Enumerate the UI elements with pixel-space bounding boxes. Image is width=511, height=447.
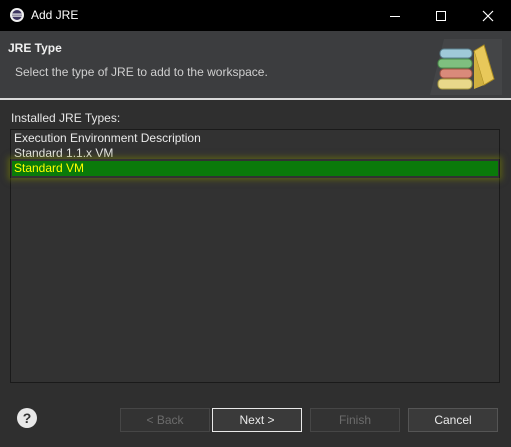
maximize-button[interactable] [418,0,464,31]
finish-button[interactable]: Finish [310,408,400,432]
title-bar: Add JRE [0,0,511,31]
back-button[interactable]: < Back [120,408,210,432]
minimize-icon [390,15,400,17]
wizard-header: JRE Type Select the type of JRE to add t… [0,31,511,98]
eclipse-icon [10,8,24,22]
next-button[interactable]: Next > [211,407,303,433]
help-icon: ? [22,410,32,426]
page-description: Select the type of JRE to add to the wor… [15,65,268,79]
minimize-button[interactable] [372,0,418,31]
close-icon [482,10,494,21]
cancel-button[interactable]: Cancel [408,408,498,432]
help-button[interactable]: ? [17,408,37,428]
installed-jre-types-label: Installed JRE Types: [11,111,121,125]
list-item-selected[interactable]: Standard VM [12,161,498,176]
maximize-icon [436,10,446,21]
window-title: Add JRE [31,8,79,22]
page-title: JRE Type [8,41,62,55]
jre-types-list[interactable]: Execution Environment Description Standa… [10,129,500,383]
library-books-icon [430,39,502,95]
wizard-body: Installed JRE Types: Execution Environme… [0,100,511,447]
list-item[interactable]: Execution Environment Description [12,131,498,146]
close-button[interactable] [465,0,511,31]
list-item[interactable]: Standard 1.1.x VM [12,146,498,161]
